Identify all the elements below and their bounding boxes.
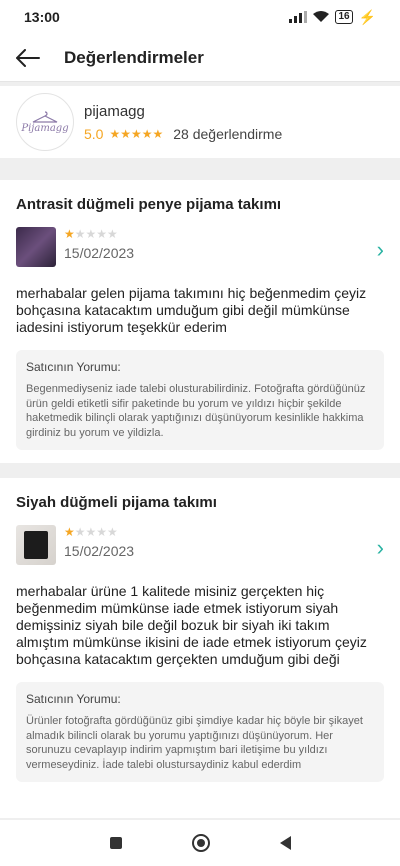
store-name: pijamagg xyxy=(84,102,145,120)
back-button[interactable] xyxy=(16,45,42,71)
seller-reply-text: Ürünler fotoğrafta gördüğünüz gibi şimdi… xyxy=(26,715,363,771)
signal-icon xyxy=(289,11,308,23)
store-info: pijamagg 5.0 ★★★★★ 28 değerlendirme xyxy=(84,103,282,142)
seller-reply: Satıcının Yorumu: Ürünler fotoğrafta gör… xyxy=(16,682,384,782)
product-title: Siyah düğmeli pijama takımı xyxy=(16,494,217,511)
seller-reply-text: Begenmediyseniz iade talebi olusturabili… xyxy=(26,383,366,439)
status-bar: 13:00 16 ⚡ xyxy=(0,0,400,34)
review-text: merhabalar ürüne 1 kalitede misiniz gerç… xyxy=(16,583,367,667)
store-summary: Pijamagg pijamagg 5.0 ★★★★★ 28 değerlend… xyxy=(0,86,400,158)
product-title: Antrasit düğmeli penye pijama takımı xyxy=(16,196,282,213)
status-icons: 16 ⚡ xyxy=(289,9,376,26)
store-rating-value: 5.0 xyxy=(84,125,104,142)
system-nav-bar xyxy=(0,820,400,866)
product-thumbnail[interactable] xyxy=(16,227,56,267)
review-text: merhabalar gelen pijama takımını hiç beğ… xyxy=(16,285,367,335)
charging-icon: ⚡ xyxy=(358,8,376,25)
seller-reply-label: Satıcının Yorumu: xyxy=(26,692,121,706)
nav-back-icon[interactable] xyxy=(279,836,291,850)
review-date: 15/02/2023 xyxy=(64,543,135,559)
hanger-icon xyxy=(32,110,58,123)
review-meta: ★★★★★ 15/02/2023 xyxy=(64,227,134,261)
review-count: 28 değerlendirme xyxy=(173,125,283,142)
seller-reply: Satıcının Yorumu: Begenmediyseniz iade t… xyxy=(16,350,384,450)
review-stars: ★★★★★ xyxy=(64,525,118,539)
review-date: 15/02/2023 xyxy=(64,245,135,261)
review-card: Siyah düğmeli pijama takımı ★★★★★ 15/02/… xyxy=(0,478,400,818)
arrow-left-icon xyxy=(16,48,40,67)
review-meta: ★★★★★ 15/02/2023 xyxy=(64,525,134,559)
wifi-icon xyxy=(313,11,330,22)
review-stars: ★★★★★ xyxy=(64,227,118,241)
store-logo-text: Pijamagg xyxy=(21,122,69,134)
product-row[interactable]: ★★★★★ 15/02/2023 › xyxy=(16,227,384,271)
status-time: 13:00 xyxy=(24,9,60,25)
recents-icon[interactable] xyxy=(109,837,122,849)
store-rating: 5.0 ★★★★★ 28 değerlendirme xyxy=(84,126,282,142)
review-card: Antrasit düğmeli penye pijama takımı ★★★… xyxy=(0,180,400,463)
product-thumbnail[interactable] xyxy=(16,525,56,565)
chevron-right-icon[interactable]: › xyxy=(377,535,384,561)
store-stars-icon: ★★★★★ xyxy=(109,126,164,141)
app-bar: Değerlendirmeler xyxy=(0,34,400,82)
product-row[interactable]: ★★★★★ 15/02/2023 › xyxy=(16,525,384,569)
store-logo: Pijamagg xyxy=(16,93,74,151)
seller-reply-label: Satıcının Yorumu: xyxy=(26,360,121,374)
home-icon[interactable] xyxy=(191,834,210,852)
page-title: Değerlendirmeler xyxy=(64,47,204,67)
chevron-right-icon[interactable]: › xyxy=(377,237,384,263)
battery-icon: 16 xyxy=(335,10,353,24)
